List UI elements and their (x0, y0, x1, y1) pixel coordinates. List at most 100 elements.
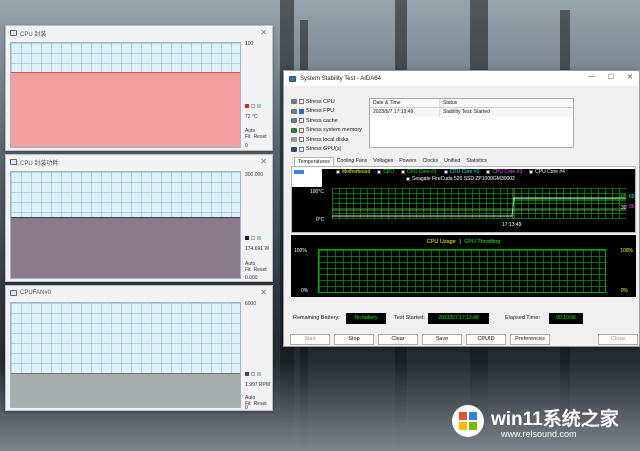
legend-label: CPU Core #1 (406, 169, 437, 175)
app-icon (10, 290, 17, 296)
legend-item-motherboard[interactable]: Motherboard (336, 169, 370, 175)
sensor-graph (10, 42, 241, 148)
status-log-table[interactable]: Date & Time Status 2023/5/7 17:13:49 Sta… (369, 98, 574, 148)
stress-cache-option[interactable]: Stress cache (291, 116, 366, 126)
legend-row (245, 103, 263, 109)
tab-statistics[interactable]: Statistics (463, 157, 490, 166)
sensor-window-cpu-package[interactable]: CPU 封装 ✕ 100 72 °C Auto Fit Reset 0 (5, 25, 273, 151)
cache-chip-icon (291, 118, 297, 124)
fpu-chip-icon (291, 108, 297, 114)
legend-item-ssd[interactable]: Seagate FireCuda 520 SSD ZP1000GM30002 (406, 176, 515, 182)
stress-cpu-checkbox[interactable] (299, 99, 304, 105)
cpu-usage-panel: CPU Usage | CPU Throttling 100% 0% 100% … (291, 235, 636, 297)
legend-checkbox[interactable] (486, 170, 491, 174)
stress-cache-checkbox[interactable] (299, 118, 304, 124)
cpu-axis-right-min: 0% (620, 288, 628, 294)
window-titlebar[interactable]: CPU 封装功耗 ✕ (6, 155, 272, 169)
legend-checkbox[interactable] (443, 170, 448, 174)
stress-gpu-checkbox[interactable] (299, 146, 304, 152)
start-button[interactable]: Start (290, 334, 330, 345)
graph-fill (11, 72, 240, 147)
graph-fill (11, 216, 240, 278)
preferences-button[interactable]: Preferences (510, 334, 550, 345)
legend-label: CPU Core #4 (535, 169, 565, 175)
stress-disks-checkbox[interactable] (299, 137, 304, 143)
legend-item-cpu-core-3[interactable]: CPU Core #3 (486, 169, 522, 175)
window-titlebar[interactable]: System Stability Test - AIDA64 — ☐ ✕ (284, 71, 639, 86)
temperature-legend: Motherboard CPU CPU Core #1 CPU Core #2 … (336, 169, 631, 182)
cpu-usage-title: CPU Usage | CPU Throttling (291, 239, 636, 245)
table-row[interactable]: 2023/5/7 17:13:49 Stability Test: Starte… (370, 108, 573, 117)
cpu-axis-left-min: 0% (301, 288, 309, 294)
tab-temperatures[interactable]: Temperatures (294, 157, 334, 166)
watermark-url: www.relsound.com (501, 429, 577, 439)
legend-checkbox[interactable] (400, 170, 405, 174)
legend-checkbox[interactable] (406, 177, 410, 181)
axis-min-label: 0 (245, 143, 248, 149)
window-title: CPU 封装 (20, 31, 47, 38)
reset-button[interactable]: Reset (254, 401, 267, 407)
cpu-usage-label: CPU Usage (426, 239, 456, 245)
save-button[interactable]: Save (422, 334, 462, 345)
sensor-window-cpu-fan[interactable]: CPUFAN#0 ✕ 6000 1.997 RPM Auto Fit Reset … (5, 285, 273, 411)
elapsed-time-value: 00:10:06 (549, 313, 583, 324)
legend-label: CPU Core #3 (492, 169, 523, 175)
cpuid-button[interactable]: CPUID (466, 334, 506, 345)
axis-max-label: 300.000 (245, 172, 264, 178)
sensor-window-cpu-package-power[interactable]: CPU 封装功耗 ✕ 300.000 174.691 W Auto Fit Res… (5, 154, 273, 282)
status-bar: Remaining Battery: No battery Test Start… (291, 313, 636, 325)
stress-disks-label: Stress local disks (306, 136, 349, 143)
stress-memory-checkbox[interactable] (299, 127, 304, 133)
clear-button[interactable]: Clear (378, 334, 418, 345)
reset-button[interactable]: Reset (254, 267, 267, 273)
tab-clocks[interactable]: Clocks (420, 157, 442, 166)
series-swatch (245, 371, 249, 376)
stress-cpu-label: Stress CPU (306, 98, 335, 105)
stress-gpu-option[interactable]: Stress GPU(s) (291, 145, 366, 155)
row-status: Stability Test: Started (443, 109, 490, 115)
close-icon[interactable]: ✕ (260, 157, 267, 166)
legend-checkbox[interactable] (336, 170, 340, 174)
window-titlebar[interactable]: CPUFAN#0 ✕ (6, 286, 272, 300)
series-swatch (245, 235, 249, 240)
aida64-stability-window[interactable]: System Stability Test - AIDA64 — ☐ ✕ Str… (283, 70, 640, 347)
legend-item-cpu-core-4[interactable]: CPU Core #4 (529, 169, 565, 175)
legend-label: CPU (383, 169, 394, 175)
tab-cooling-fans[interactable]: Cooling Fans (334, 157, 371, 166)
legend-checkbox[interactable] (529, 170, 534, 174)
reset-button[interactable]: Reset (254, 134, 267, 140)
close-button[interactable]: Close (598, 334, 638, 345)
stress-fpu-label: Stress FPU (306, 108, 335, 115)
legend-item-cpu[interactable]: CPU (377, 169, 394, 175)
stress-fpu-checkbox[interactable] (299, 108, 304, 114)
column-header-status[interactable]: Status (440, 99, 573, 107)
stress-memory-option[interactable]: Stress system memory (291, 126, 366, 136)
cpu-throttling-label: CPU Throttling (464, 239, 501, 245)
legend-item-cpu-core-2[interactable]: CPU Core #2 (443, 169, 479, 175)
stress-fpu-option[interactable]: Stress FPU (291, 107, 366, 117)
close-icon[interactable]: ✕ (260, 288, 267, 297)
tab-powers[interactable]: Powers (396, 157, 419, 166)
close-icon[interactable]: ✕ (627, 73, 633, 81)
stress-disks-option[interactable]: Stress local disks (291, 135, 366, 145)
column-header-date[interactable]: Date & Time (370, 99, 440, 107)
legend-item-cpu-core-1[interactable]: CPU Core #1 (400, 169, 437, 175)
stress-cache-label: Stress cache (306, 117, 338, 124)
legend-checkbox[interactable] (377, 170, 382, 174)
panel-scroll-indicator (294, 170, 304, 174)
minimize-icon[interactable]: — (588, 73, 595, 80)
stop-button[interactable]: Stop (334, 334, 374, 345)
window-titlebar[interactable]: CPU 封装 ✕ (6, 26, 272, 40)
tab-unified[interactable]: Unified (441, 157, 463, 166)
temp-readout-4: 36 (629, 204, 635, 210)
window-title: CPUFAN#0 (20, 290, 52, 296)
temp-axis-max: 100°C (310, 189, 324, 195)
elapsed-time-label: Elapsed Time: (505, 315, 540, 321)
tab-voltages[interactable]: Voltages (370, 157, 396, 166)
stress-cpu-option[interactable]: Stress CPU (291, 97, 366, 107)
close-icon[interactable]: ✕ (260, 28, 267, 37)
temperature-panel: Motherboard CPU CPU Core #1 CPU Core #2 … (291, 166, 636, 233)
maximize-icon[interactable]: ☐ (608, 73, 614, 81)
graph-fill (11, 372, 240, 407)
legend-label: Motherboard (342, 169, 371, 175)
